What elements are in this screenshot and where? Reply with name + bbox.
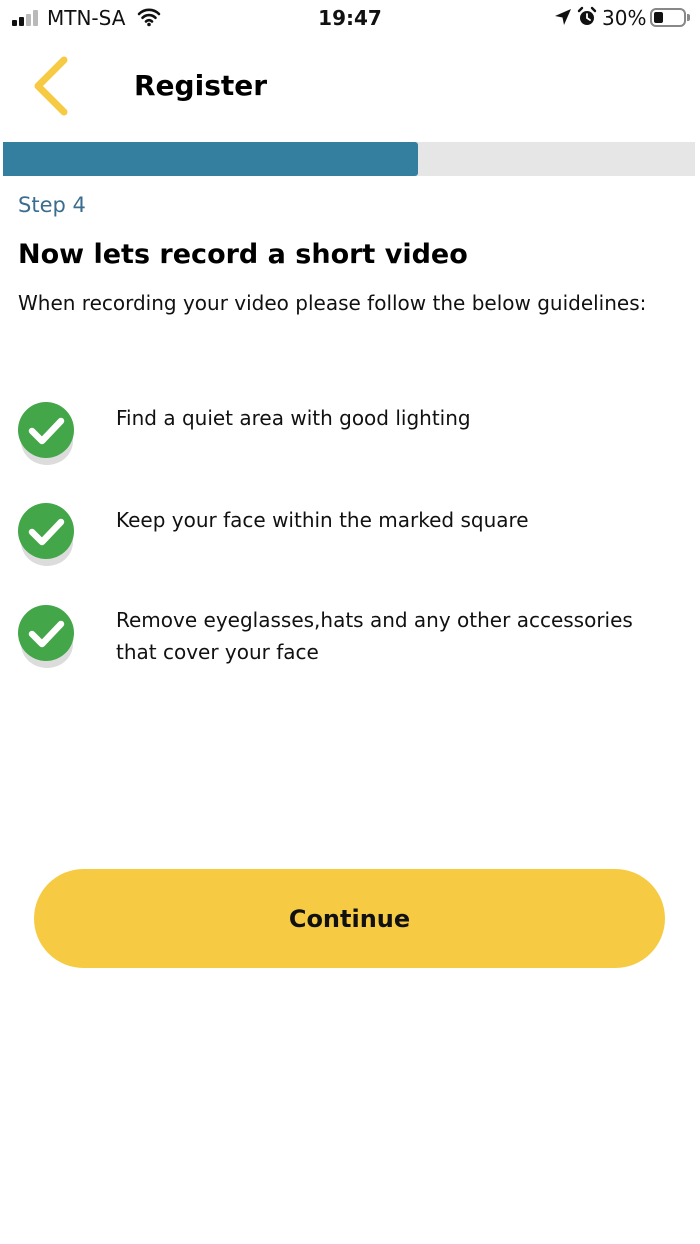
guidelines-intro: When recording your video please follow … xyxy=(18,291,647,315)
check-circle-icon xyxy=(18,402,74,465)
battery-icon xyxy=(650,8,690,27)
guideline-text: Keep your face within the marked square xyxy=(116,508,529,532)
check-circle-icon xyxy=(18,503,74,566)
page-title: Register xyxy=(134,69,268,102)
check-circle-icon xyxy=(18,605,74,668)
status-bar: MTN-SA 19:47 30% xyxy=(0,0,700,36)
battery-percent: 30% xyxy=(602,6,647,30)
register-screen: MTN-SA 19:47 30% Register Step 4 Now let… xyxy=(0,0,700,1244)
guideline-text: Find a quiet area with good lighting xyxy=(116,406,471,430)
registration-progress-bar xyxy=(3,142,695,176)
step-label: Step 4 xyxy=(18,193,86,217)
chevron-left-icon xyxy=(34,56,68,116)
continue-button[interactable]: Continue xyxy=(34,869,665,968)
back-button[interactable] xyxy=(22,54,86,118)
alarm-clock-icon xyxy=(577,6,597,25)
guideline-text: Remove eyeglasses,hats and any other acc… xyxy=(116,608,633,664)
app-header: Register xyxy=(0,40,700,136)
progress-fill xyxy=(3,142,419,176)
location-arrow-icon xyxy=(555,9,571,25)
step-heading: Now lets record a short video xyxy=(18,239,468,270)
